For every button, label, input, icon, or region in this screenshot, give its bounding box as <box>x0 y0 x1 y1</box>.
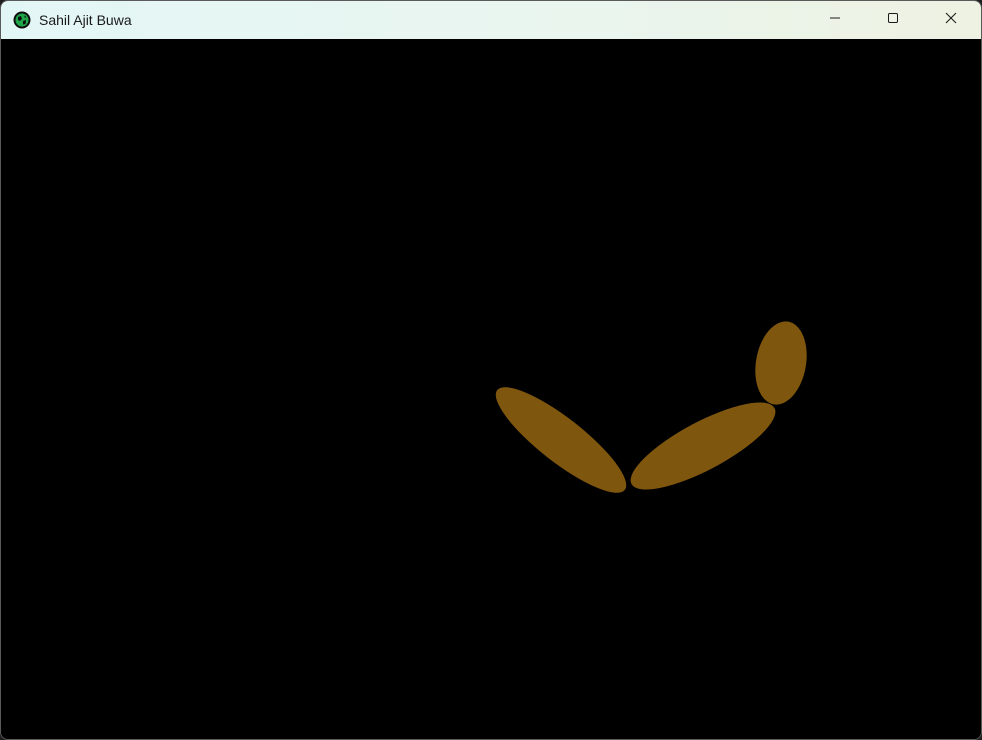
head-ellipse <box>755 321 807 405</box>
window-title: Sahil Ajit Buwa <box>39 12 132 28</box>
maximize-icon <box>887 11 899 29</box>
close-icon <box>945 11 957 29</box>
minimize-button[interactable] <box>806 1 864 39</box>
close-button[interactable] <box>922 1 980 39</box>
scene-svg <box>495 321 807 493</box>
right-arm-ellipse <box>630 402 776 490</box>
green-globe-icon <box>13 11 31 29</box>
minimize-icon <box>829 11 841 29</box>
drawing-canvas[interactable] <box>1 39 981 739</box>
left-arm-ellipse <box>495 387 627 493</box>
maximize-button[interactable] <box>864 1 922 39</box>
app-window: Sahil Ajit Buwa <box>0 0 982 740</box>
title-bar[interactable]: Sahil Ajit Buwa <box>1 1 981 39</box>
